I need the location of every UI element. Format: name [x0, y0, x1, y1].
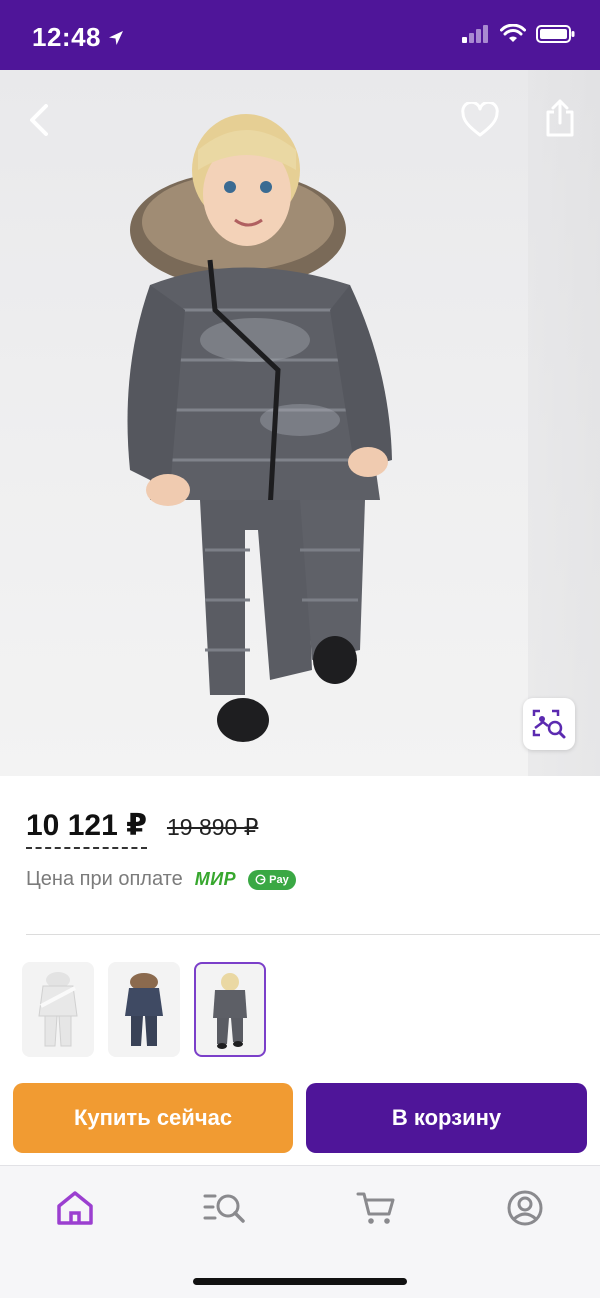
mir-logo: МИР	[194, 869, 237, 889]
location-arrow-icon	[109, 30, 123, 45]
product-image[interactable]	[0, 70, 600, 776]
price-old: 19 890 ₽	[166, 814, 259, 840]
tab-cart[interactable]	[354, 1188, 398, 1228]
variant-thumb-navy[interactable]	[108, 962, 180, 1057]
status-time-text: 12:48	[32, 22, 101, 52]
home-indicator[interactable]	[193, 1278, 407, 1285]
back-button[interactable]	[14, 94, 66, 146]
google-pay-badge: Pay	[248, 869, 296, 890]
product-photo-child-snowsuit	[127, 114, 392, 742]
variant-thumb-gray[interactable]	[194, 962, 266, 1057]
heart-icon	[461, 102, 499, 137]
tab-catalog[interactable]	[203, 1188, 247, 1228]
thumb-navy-suit	[125, 972, 163, 1046]
status-time: 12:48	[32, 22, 125, 53]
home-icon	[57, 1191, 93, 1225]
wifi-icon	[500, 24, 526, 42]
tab-home[interactable]	[53, 1188, 97, 1228]
price-current[interactable]: 10 121 ₽	[26, 808, 147, 849]
battery-icon	[536, 25, 575, 43]
chevron-left-icon	[30, 104, 48, 136]
variant-thumb-white[interactable]	[22, 962, 94, 1057]
favorite-button[interactable]	[454, 94, 506, 146]
catalog-search-icon	[203, 1194, 245, 1223]
cart-icon	[356, 1192, 395, 1224]
visual-search-button[interactable]	[523, 698, 575, 750]
price-row: 10 121 ₽ 19 890 ₽	[26, 808, 258, 849]
google-pay-icon	[255, 874, 266, 885]
payment-info: Цена при оплате МИР Pay	[26, 868, 296, 891]
tab-profile[interactable]	[503, 1188, 547, 1228]
thumb-white-suit	[38, 971, 78, 1046]
image-search-icon	[532, 709, 566, 739]
status-bar: 12:48	[0, 0, 600, 70]
color-variants	[22, 962, 266, 1057]
payment-label: Цена при оплате	[26, 868, 183, 890]
share-button[interactable]	[534, 92, 586, 144]
google-pay-label: Pay	[269, 873, 289, 886]
thumb-gray-suit	[213, 972, 247, 1049]
status-indicators	[462, 24, 576, 44]
cellular-signal-icon	[462, 25, 488, 43]
profile-icon	[507, 1190, 543, 1226]
add-to-cart-button[interactable]: В корзину	[306, 1083, 587, 1153]
share-icon	[546, 99, 574, 137]
divider	[26, 934, 600, 935]
buy-now-button[interactable]: Купить сейчас	[13, 1083, 293, 1153]
